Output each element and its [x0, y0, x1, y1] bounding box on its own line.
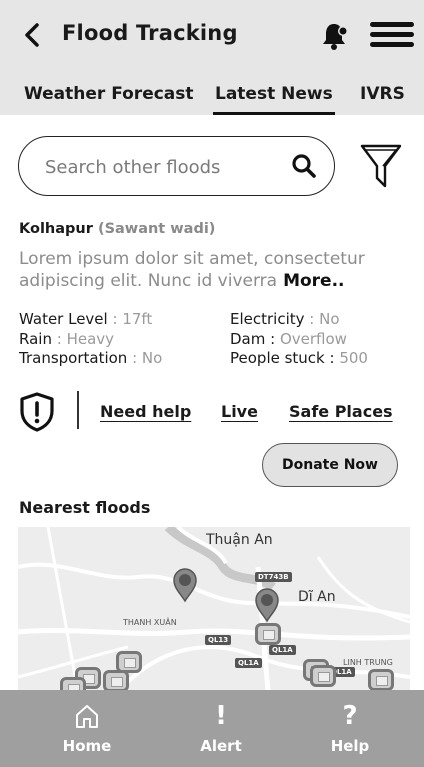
- road-tag: QL1A: [269, 645, 296, 655]
- stat-water-level: Water Level : 17ft: [19, 310, 153, 328]
- nav-alert[interactable]: ! Alert: [171, 690, 271, 767]
- nav-help-label: Help: [330, 737, 370, 755]
- stat-transportation: Transportation : No: [19, 349, 163, 367]
- tab-ivrs[interactable]: IVRS: [360, 84, 405, 104]
- shield-alert-icon: [20, 392, 54, 432]
- filter-button[interactable]: [360, 142, 402, 190]
- live-link[interactable]: Live: [221, 402, 258, 421]
- search-input[interactable]: [45, 154, 275, 180]
- safe-places-link[interactable]: Safe Places: [289, 402, 393, 421]
- stat-dam: Dam : Overflow: [230, 329, 347, 348]
- road-tag: DT743B: [255, 572, 292, 582]
- filter-icon: [360, 144, 402, 188]
- nav-home-label: Home: [62, 737, 112, 755]
- sub-location: (Sawant wadi): [97, 221, 216, 237]
- chevron-left-icon: [25, 23, 39, 47]
- flood-photo-marker[interactable]: [255, 623, 281, 645]
- home-icon: [76, 705, 98, 728]
- nav-help[interactable]: ? Help: [300, 690, 400, 767]
- flood-photo-marker[interactable]: [310, 665, 336, 687]
- road-tag: QL13: [205, 635, 232, 645]
- question-icon: ?: [342, 701, 358, 731]
- menu-bar: [370, 42, 414, 47]
- tab-latest-news[interactable]: Latest News: [213, 84, 335, 115]
- map-pin-icon[interactable]: [253, 587, 281, 623]
- bell-icon: [323, 24, 348, 50]
- need-help-link[interactable]: Need help: [100, 402, 191, 421]
- nav-alert-label: Alert: [200, 737, 242, 755]
- road-tag: QL1A: [235, 658, 262, 668]
- app-header: Flood Tracking Weather Forecast Latest N…: [0, 0, 424, 115]
- exclamation-icon: !: [215, 701, 227, 731]
- tab-weather-forecast[interactable]: Weather Forecast: [24, 84, 194, 104]
- more-link[interactable]: More..: [283, 271, 344, 291]
- news-location: Kolhapur (Sawant wadi): [19, 221, 215, 237]
- menu-bar: [370, 22, 414, 27]
- map-label: Thuận An: [206, 532, 273, 548]
- nav-home[interactable]: Home: [37, 690, 137, 767]
- stat-people-stuck: People stuck : 500: [230, 349, 368, 367]
- nearest-floods-map[interactable]: Thuận An Dĩ An THANH XUÂN LINH TRUNG DT7…: [18, 527, 410, 692]
- stats-left: Water Level : 17ft Rain : Heavy Transpor…: [19, 310, 162, 369]
- map-pin-icon[interactable]: [171, 567, 199, 603]
- stat-rain: Rain : Heavy: [19, 329, 115, 348]
- news-description: Lorem ipsum dolor sit amet, consectetur …: [19, 248, 404, 292]
- page-title: Flood Tracking: [62, 21, 238, 45]
- map-label: LINH TRUNG: [343, 658, 393, 667]
- hamburger-menu-icon[interactable]: [370, 22, 414, 50]
- notification-button[interactable]: [320, 20, 352, 52]
- menu-bar: [370, 32, 414, 37]
- back-button[interactable]: [18, 20, 48, 50]
- stats-right: Electricity : No Dam : Overflow People s…: [230, 310, 368, 369]
- map-label: THANH XUÂN: [123, 618, 177, 627]
- location-name: Kolhapur: [19, 221, 93, 237]
- stat-electricity: Electricity : No: [230, 310, 340, 328]
- search-icon[interactable]: [291, 153, 317, 179]
- bottom-nav: Home ! Alert ? Help: [0, 690, 424, 767]
- tab-bar: Weather Forecast Latest News IVRS: [0, 84, 424, 115]
- divider: [77, 391, 79, 429]
- nearest-floods-title: Nearest floods: [19, 498, 151, 517]
- flood-photo-marker[interactable]: [103, 670, 129, 692]
- flood-photo-marker[interactable]: [368, 669, 394, 691]
- search-bar: [18, 136, 335, 196]
- donate-now-button[interactable]: Donate Now: [262, 443, 398, 487]
- map-label: Dĩ An: [298, 589, 336, 605]
